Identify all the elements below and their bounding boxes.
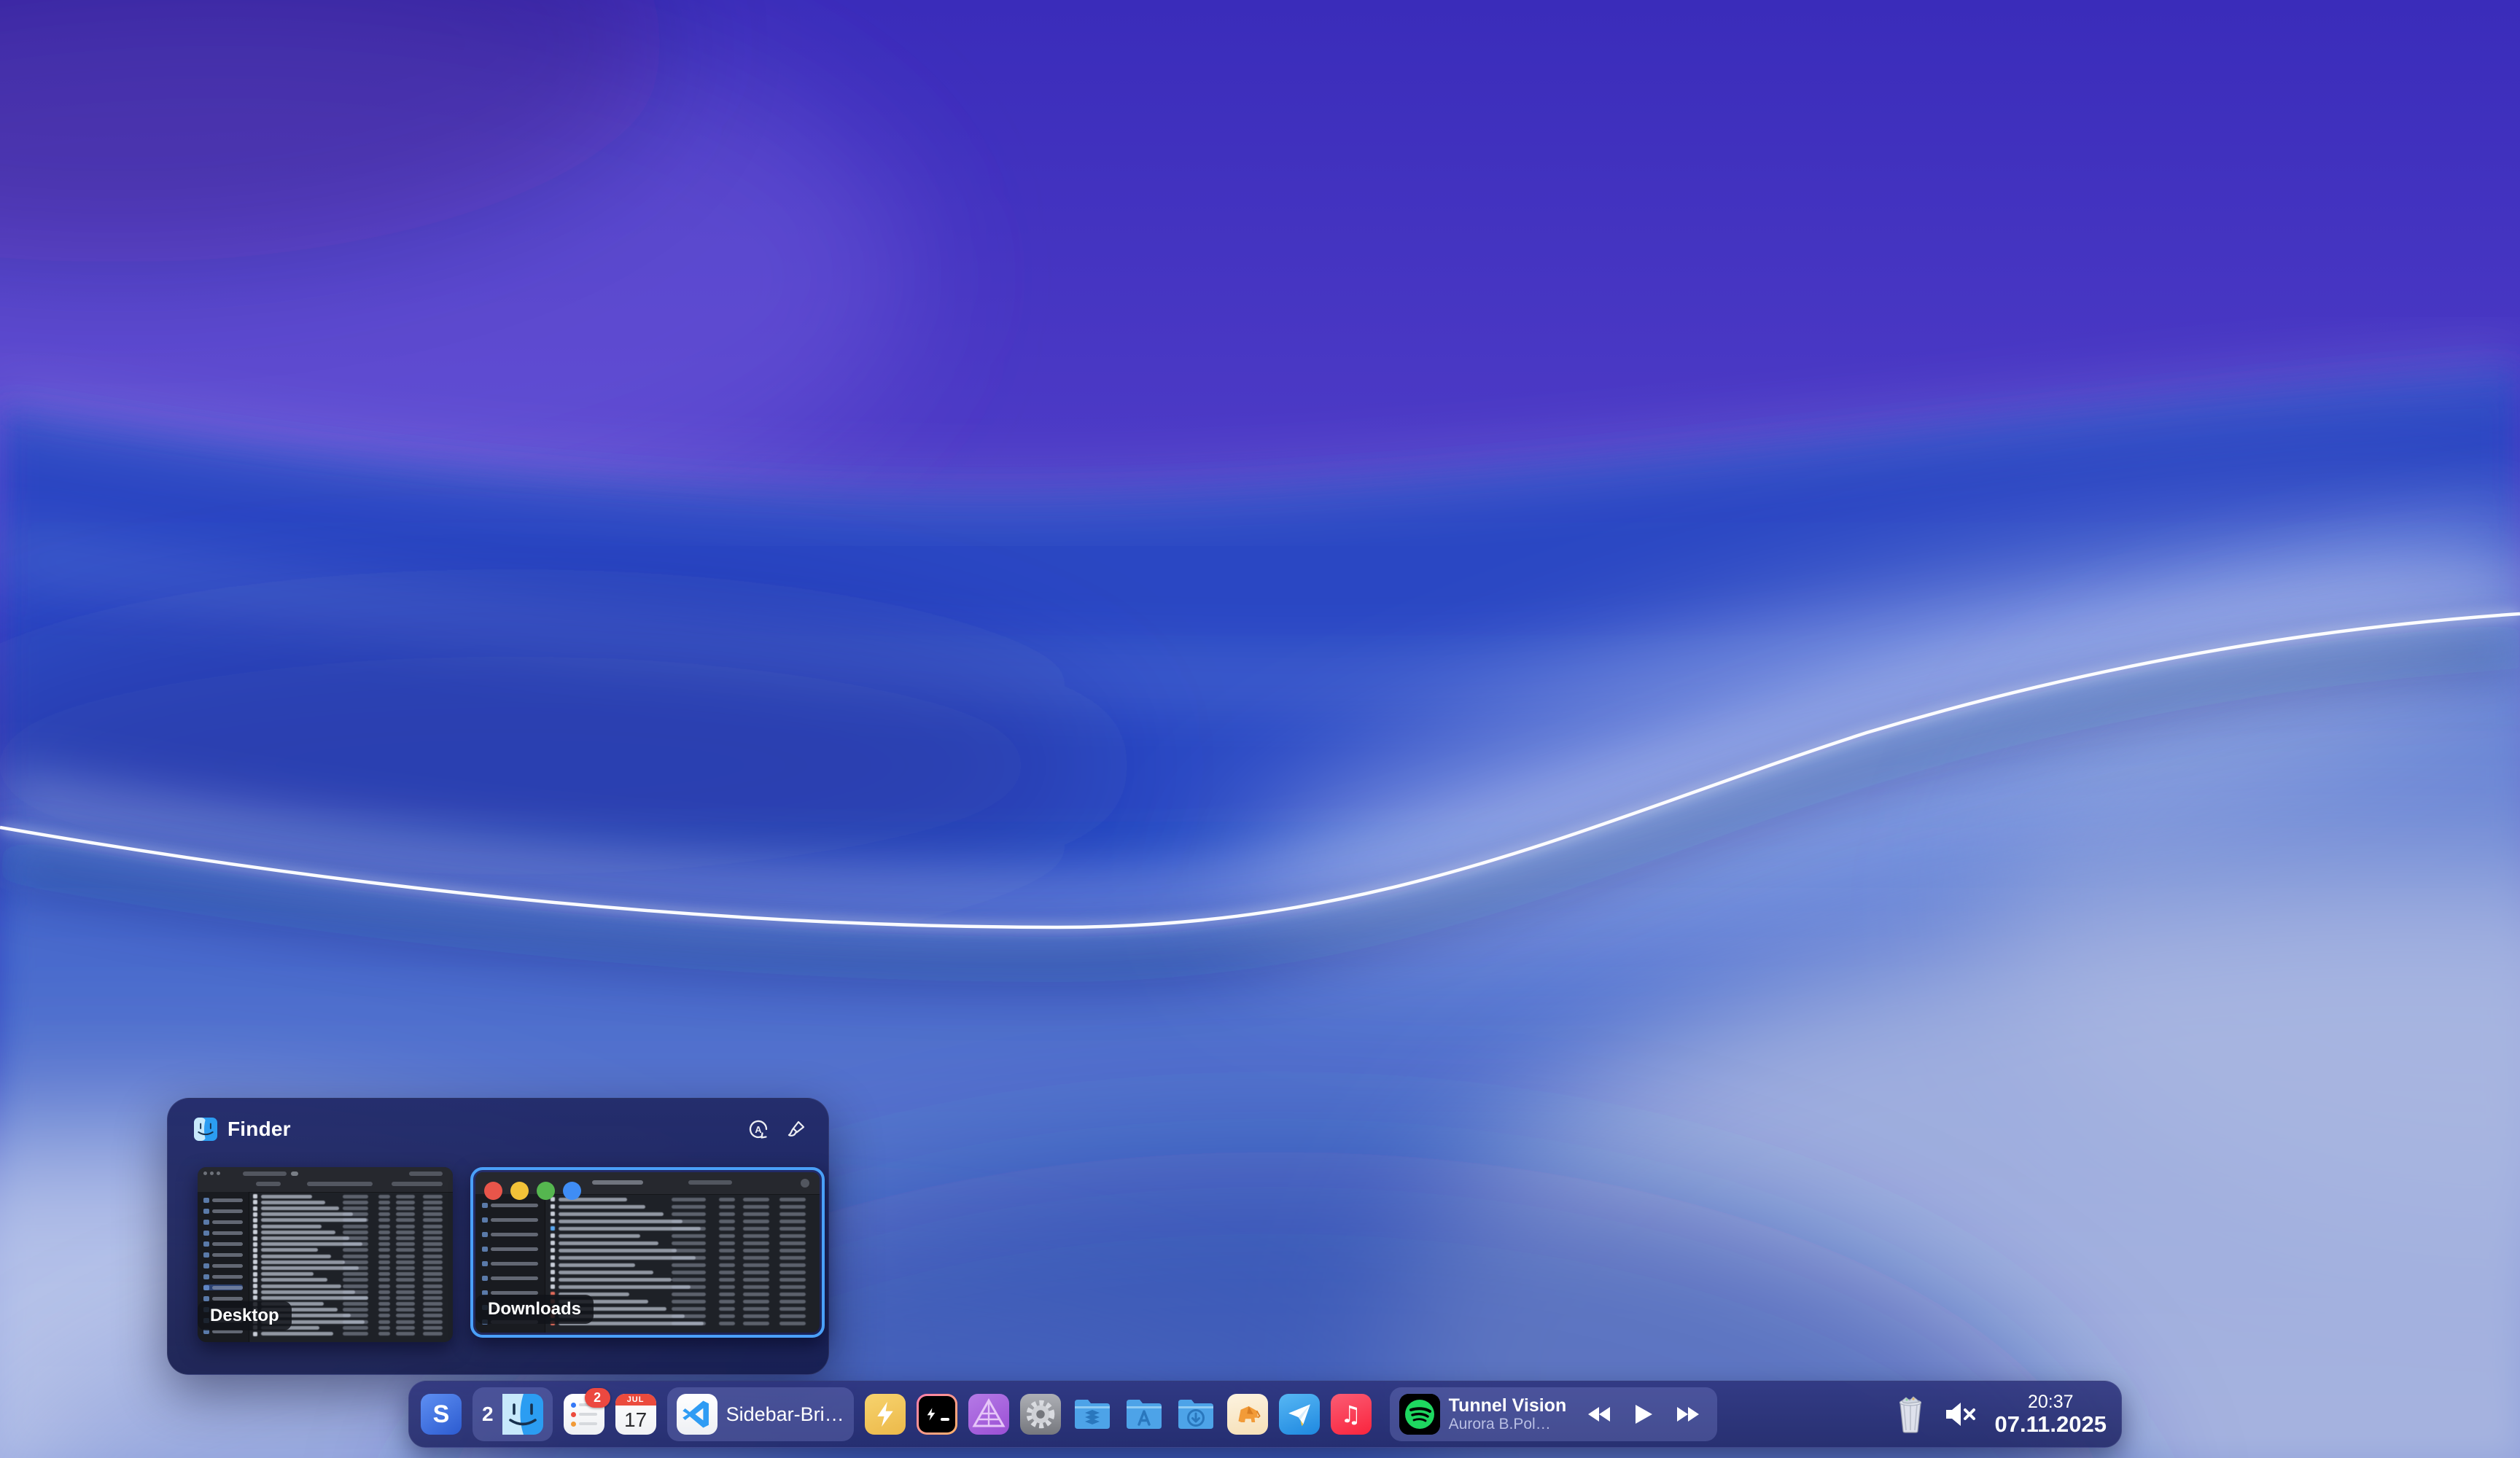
music-note-glyph: ♫ [1340,1400,1361,1428]
fullscreen-button[interactable] [563,1182,581,1200]
now-playing-text: Tunnel Vision Aurora B.Pol… [1449,1395,1567,1434]
calendar-month: JUL [615,1394,656,1406]
finder-icon [194,1118,217,1141]
play-icon[interactable] [1629,1402,1658,1427]
vscode-icon [677,1394,718,1435]
thumb-titlebar [198,1167,453,1193]
s-glyph: S [433,1400,450,1429]
preview-popup-header: Finder A [194,1116,808,1142]
dock-item-vscode[interactable]: Sidebar-Bri… [667,1387,854,1441]
dock-preview-popup: Finder A [167,1098,829,1375]
stack-folder-icon[interactable] [1072,1394,1113,1435]
close-button[interactable] [484,1182,502,1200]
reminders-icon[interactable]: 2 [564,1394,604,1435]
downloads-folder-icon[interactable] [1175,1394,1216,1435]
finder-window-count: 2 [482,1403,494,1426]
affinity-photo-icon[interactable] [968,1394,1009,1435]
window-label-desktop: Desktop [198,1301,292,1330]
playback-controls [1585,1402,1702,1427]
sidebar-app-icon[interactable]: S [421,1394,462,1435]
volume-muted-icon[interactable] [1942,1394,1980,1435]
preview-app-name: Finder [228,1118,291,1141]
clock-time: 20:37 [2028,1392,2074,1412]
finder-icon [502,1394,543,1435]
desktop-screen: Finder A [0,0,2520,1458]
warp-terminal-icon[interactable] [917,1394,957,1435]
track-artist: Aurora B.Pol… [1449,1416,1567,1433]
dock-clock: 20:37 07.11.2025 [1995,1392,2109,1438]
calendar-day: 17 [615,1406,656,1435]
svg-text:A: A [755,1124,762,1135]
window-thumbnail-desktop[interactable]: Desktop [198,1167,453,1342]
dock-item-spotify-nowplaying[interactable]: Tunnel Vision Aurora B.Pol… [1390,1387,1718,1441]
clock-date: 07.11.2025 [1995,1412,2107,1438]
selection-border: Downloads [470,1167,825,1338]
lightning-app-icon[interactable] [865,1394,906,1435]
apple-music-icon[interactable]: ♫ [1331,1394,1372,1435]
vscode-window-label: Sidebar-Bri… [726,1403,844,1426]
window-label-downloads: Downloads [475,1295,594,1324]
elephant-app-icon[interactable] [1227,1394,1268,1435]
rewind-icon[interactable] [1585,1402,1614,1427]
applications-folder-icon[interactable] [1124,1394,1164,1435]
track-title: Tunnel Vision [1449,1395,1567,1416]
window-thumbnail-downloads[interactable]: Downloads [475,1172,820,1333]
zoom-button[interactable] [537,1182,555,1200]
paint-brush-icon[interactable] [785,1118,808,1141]
spotify-icon [1399,1394,1440,1435]
app-expose-icon[interactable]: A [747,1118,770,1141]
spark-mail-icon[interactable] [1279,1394,1320,1435]
system-settings-icon[interactable] [1020,1394,1061,1435]
window-controls[interactable] [484,1182,581,1200]
calendar-icon[interactable]: JUL 17 [615,1394,656,1435]
minimize-button[interactable] [510,1182,529,1200]
dock-item-finder[interactable]: 2 [472,1387,553,1441]
reminders-badge: 2 [585,1388,610,1408]
dock: S 2 2 JUL 17 [408,1381,2122,1448]
trash-icon[interactable] [1890,1394,1931,1435]
fast-forward-icon[interactable] [1673,1402,1702,1427]
